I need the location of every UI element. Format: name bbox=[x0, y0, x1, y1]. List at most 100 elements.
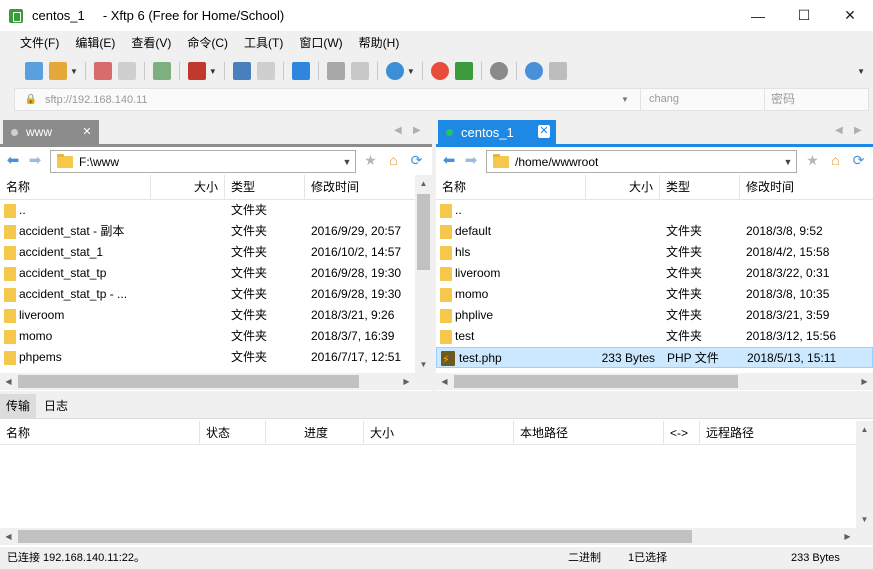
file-row[interactable]: phplive 文件夹 2018/3/21, 3:59 bbox=[436, 305, 873, 326]
transfer-horizontal-scrollbar[interactable]: ◀ ▶ bbox=[0, 528, 856, 545]
open-folder-icon[interactable] bbox=[49, 62, 67, 80]
xshell-icon[interactable] bbox=[430, 62, 449, 80]
paste-icon[interactable] bbox=[350, 62, 369, 80]
menu-help[interactable]: 帮助(H) bbox=[351, 31, 408, 56]
scroll-right-icon[interactable]: ▶ bbox=[839, 528, 856, 545]
username-input[interactable]: chang bbox=[640, 89, 764, 110]
file-row[interactable]: momo 文件夹 2018/3/8, 10:35 bbox=[436, 284, 873, 305]
refresh-icon[interactable]: ⟳ bbox=[850, 152, 867, 169]
refresh-icon[interactable]: ⟳ bbox=[408, 152, 425, 169]
bookmark-star-icon[interactable]: ★ bbox=[804, 152, 821, 169]
sync-arrows-icon[interactable] bbox=[291, 62, 310, 80]
scroll-thumb[interactable] bbox=[454, 375, 738, 388]
transfer-vertical-scrollbar[interactable]: ▲ ▼ bbox=[856, 421, 873, 545]
scroll-left-icon[interactable]: ◀ bbox=[0, 528, 17, 545]
host-input[interactable]: sftp://192.168.140.11 bbox=[45, 94, 610, 106]
file-row[interactable]: accident_stat_tp - ... 文件夹 2016/9/28, 19:3… bbox=[0, 284, 432, 305]
host-dropdown-icon[interactable]: ▼ bbox=[610, 95, 640, 104]
gear-icon[interactable] bbox=[489, 62, 508, 80]
connect-icon[interactable] bbox=[93, 62, 112, 80]
file-row[interactable]: .. bbox=[436, 200, 873, 221]
download-icon[interactable] bbox=[256, 62, 275, 80]
file-row[interactable]: liveroom 文件夹 2018/3/21, 9:26 bbox=[0, 305, 432, 326]
scroll-right-icon[interactable]: ▶ bbox=[398, 373, 415, 390]
globe-icon[interactable] bbox=[385, 62, 404, 80]
column-progress[interactable]: 进度 bbox=[266, 421, 364, 445]
file-row[interactable]: test 文件夹 2018/3/12, 15:56 bbox=[436, 326, 873, 347]
chat-icon[interactable] bbox=[548, 62, 567, 80]
column-name[interactable]: 名称 bbox=[0, 421, 200, 445]
scroll-down-icon[interactable]: ▼ bbox=[856, 511, 873, 528]
view-icon[interactable] bbox=[187, 62, 206, 80]
scroll-thumb[interactable] bbox=[18, 530, 692, 543]
tab-close-icon[interactable]: ✕ bbox=[81, 125, 93, 138]
file-row[interactable]: accident_stat - 副本 文件夹 2016/9/29, 20:57 bbox=[0, 221, 432, 242]
scroll-up-icon[interactable]: ▲ bbox=[856, 421, 873, 438]
column-direction[interactable]: <-> bbox=[664, 421, 700, 445]
file-row[interactable]: accident_stat_1 文件夹 2016/10/2, 14:57 bbox=[0, 242, 432, 263]
column-modified[interactable]: 修改时间 bbox=[305, 175, 415, 199]
file-row[interactable]: .. 文件夹 bbox=[0, 200, 432, 221]
properties-icon[interactable] bbox=[152, 62, 171, 80]
remote-path-input[interactable]: /home/wwwroot ▼ bbox=[486, 150, 797, 173]
copy-icon[interactable] bbox=[326, 62, 345, 80]
menu-tools[interactable]: 工具(T) bbox=[236, 31, 291, 56]
column-modified[interactable]: 修改时间 bbox=[740, 175, 873, 199]
open-dropdown-icon[interactable]: ▼ bbox=[70, 67, 78, 76]
tab-next-icon[interactable]: ▶ bbox=[413, 125, 421, 136]
scroll-left-icon[interactable]: ◀ bbox=[436, 373, 453, 390]
tab-next-icon[interactable]: ▶ bbox=[854, 125, 862, 136]
back-arrow-icon[interactable]: ⬅ bbox=[440, 152, 458, 170]
upload-icon[interactable] bbox=[232, 62, 251, 80]
file-row[interactable]: phpems 文件夹 2016/7/17, 12:51 bbox=[0, 347, 432, 368]
new-session-icon[interactable] bbox=[25, 62, 43, 80]
tab-close-icon[interactable]: ✕ bbox=[538, 125, 550, 138]
file-row[interactable]: default 文件夹 2018/3/8, 9:52 bbox=[436, 221, 873, 242]
column-type[interactable]: 类型 bbox=[660, 175, 740, 199]
view-dropdown-icon[interactable]: ▼ bbox=[209, 67, 217, 76]
local-horizontal-scrollbar[interactable]: ◀ ▶ bbox=[0, 373, 432, 390]
local-vertical-scrollbar[interactable]: ▲ ▼ bbox=[415, 175, 432, 373]
close-button[interactable]: ✕ bbox=[827, 0, 873, 31]
tab-prev-icon[interactable]: ◀ bbox=[835, 125, 843, 136]
tab-log[interactable]: 日志 bbox=[38, 394, 74, 419]
maximize-button[interactable]: ☐ bbox=[781, 0, 827, 31]
xftp-icon[interactable] bbox=[454, 62, 473, 80]
globe-dropdown-icon[interactable]: ▼ bbox=[407, 67, 415, 76]
file-row[interactable]: liveroom 文件夹 2018/3/22, 0:31 bbox=[436, 263, 873, 284]
column-status[interactable]: 状态 bbox=[200, 421, 266, 445]
scroll-down-icon[interactable]: ▼ bbox=[415, 356, 432, 373]
tab-remote-centos[interactable]: centos_1 ✕ bbox=[438, 120, 556, 144]
menu-window[interactable]: 窗口(W) bbox=[291, 31, 350, 56]
minimize-button[interactable]: — bbox=[735, 0, 781, 31]
path-dropdown-icon[interactable]: ▼ bbox=[780, 157, 796, 167]
tab-local-www[interactable]: www ✕ bbox=[3, 120, 99, 144]
back-arrow-icon[interactable]: ⬅ bbox=[4, 152, 22, 170]
column-size[interactable]: 大小 bbox=[151, 175, 225, 199]
remote-horizontal-scrollbar[interactable]: ◀ ▶ bbox=[436, 373, 873, 390]
column-type[interactable]: 类型 bbox=[225, 175, 305, 199]
scroll-thumb[interactable] bbox=[18, 375, 359, 388]
home-folder-icon[interactable]: ⌂ bbox=[827, 152, 844, 169]
forward-arrow-icon[interactable]: ➡ bbox=[26, 152, 44, 170]
scroll-thumb[interactable] bbox=[417, 194, 430, 270]
file-row[interactable]: hls 文件夹 2018/4/2, 15:58 bbox=[436, 242, 873, 263]
scroll-right-icon[interactable]: ▶ bbox=[856, 373, 873, 390]
bookmark-star-icon[interactable]: ★ bbox=[362, 152, 379, 169]
path-dropdown-icon[interactable]: ▼ bbox=[339, 157, 355, 167]
tab-transfers[interactable]: 传输 bbox=[0, 394, 37, 419]
forward-arrow-icon[interactable]: ➡ bbox=[462, 152, 480, 170]
file-row[interactable]: momo 文件夹 2018/3/7, 16:39 bbox=[0, 326, 432, 347]
menu-edit[interactable]: 编辑(E) bbox=[67, 31, 123, 56]
scroll-left-icon[interactable]: ◀ bbox=[0, 373, 17, 390]
disconnect-icon[interactable] bbox=[117, 62, 136, 80]
tab-prev-icon[interactable]: ◀ bbox=[394, 125, 402, 136]
file-row[interactable]: test.php 233 Bytes PHP 文件 2018/5/13, 15:11 bbox=[436, 347, 873, 369]
menu-file[interactable]: 文件(F) bbox=[12, 31, 67, 56]
column-remote-path[interactable]: 远程路径 bbox=[700, 421, 866, 445]
help-icon[interactable] bbox=[524, 62, 543, 80]
local-path-input[interactable]: F:\www ▼ bbox=[50, 150, 356, 173]
password-input[interactable]: 密码 bbox=[764, 89, 868, 110]
column-local-path[interactable]: 本地路径 bbox=[514, 421, 664, 445]
column-size[interactable]: 大小 bbox=[586, 175, 660, 199]
